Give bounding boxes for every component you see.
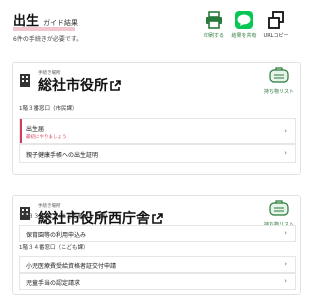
office-card: 手続き場所 総社市役所 持ち物リスト 1階３番窓口（市民課） 出生届 最初にやり… (12, 62, 301, 175)
counter-label: 1階３４番窓口（こども課） (19, 245, 89, 251)
page-subtitle: ガイド結果 (43, 19, 79, 27)
copy-url-button[interactable]: URLコピー (258, 10, 294, 39)
copy-url-label: URLコピー (263, 33, 289, 39)
procedure-row[interactable]: 親子健康手帳への出生証明 › (19, 144, 296, 163)
title-underline (13, 27, 75, 31)
copy-icon (268, 11, 284, 29)
chevron-right-icon: › (284, 277, 287, 285)
chevron-right-icon: › (284, 127, 287, 135)
printer-icon (206, 11, 222, 29)
procedure-name: 出生届 (26, 126, 45, 133)
belongings-list-label: 持ち物リスト (264, 89, 295, 95)
share-label: 結果を共有 (231, 33, 257, 39)
share-button[interactable]: 結果を共有 (226, 10, 262, 39)
procedure-row[interactable]: 小児医療費受給資格者証交付申請 › (19, 256, 296, 273)
page-header: 出生 ガイド結果 6件の手続きが必要です。 印刷する 結果を共有 URLコピー (0, 0, 314, 44)
procedure-name: 児童手当の認定請求 (26, 280, 81, 287)
belongings-list-button[interactable]: 持ち物リスト (264, 67, 294, 95)
chevron-right-icon: › (284, 149, 287, 157)
procedure-row[interactable]: 保育園等の利用申込み › (19, 225, 296, 242)
office-card: 手続き場所 総社市役所西庁舎 持ち物リスト 1階３３番窓口（こども夢づくり課） … (12, 195, 301, 295)
office-name-link[interactable]: 総社市役所 (38, 75, 121, 95)
line-share-icon (235, 11, 253, 29)
external-link-icon (110, 80, 121, 91)
chevron-right-icon: › (284, 229, 287, 237)
procedure-name: 親子健康手帳への出生証明 (26, 152, 99, 159)
building-icon (20, 74, 30, 87)
counter-label: 1階３番窓口（市民課） (19, 106, 78, 112)
procedure-name: 小児医療費受給資格者証交付申請 (26, 263, 117, 270)
procedure-note: 最初にやりましょう (26, 135, 67, 140)
procedure-name: 保育園等の利用申込み (26, 232, 87, 239)
office-name: 総社市役所 (38, 78, 108, 94)
counter-label: 1階３３番窓口（こども夢づくり課） (19, 214, 111, 220)
chevron-right-icon: › (284, 260, 287, 268)
office-header: 手続き場所 総社市役所 持ち物リスト (13, 63, 300, 99)
procedure-row[interactable]: 児童手当の認定請求 › (19, 273, 296, 290)
procedure-row[interactable]: 出生届 最初にやりましょう › (19, 118, 296, 144)
procedure-count: 6件の手続きが必要です。 (13, 36, 83, 43)
checklist-bag-icon (269, 67, 289, 83)
priority-bar (20, 119, 22, 143)
